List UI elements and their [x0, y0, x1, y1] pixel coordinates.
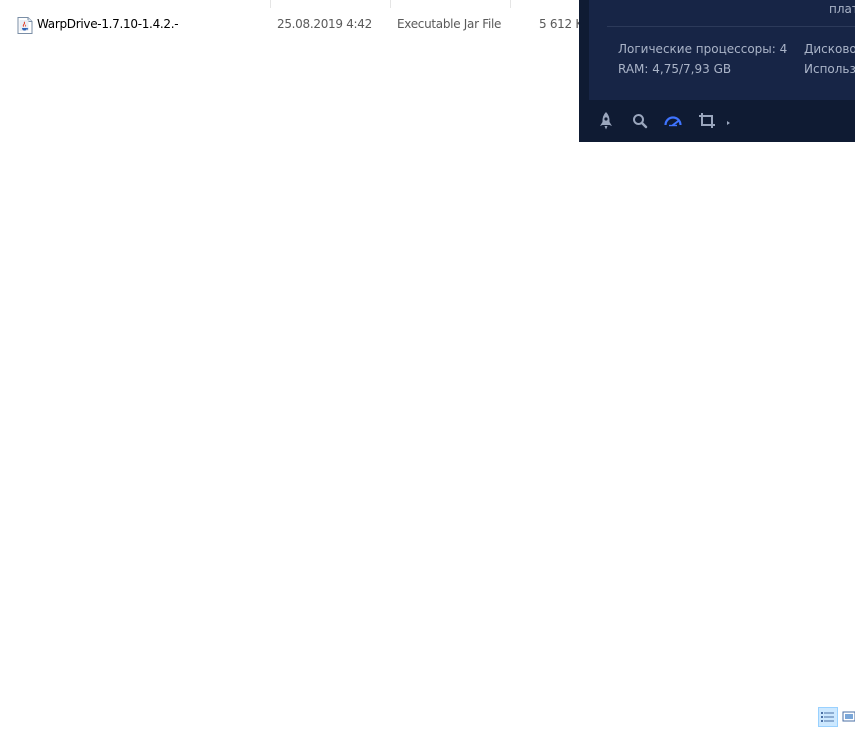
- more-arrow-icon[interactable]: [724, 110, 746, 132]
- motherboard-label: плата: [829, 2, 855, 16]
- disk-used-label: Использова: [804, 62, 855, 76]
- speedometer-icon[interactable]: [662, 110, 684, 132]
- system-info-card: плата Логические процессоры: 4 RAM: 4,75…: [589, 0, 855, 100]
- rocket-icon[interactable]: [595, 110, 617, 132]
- file-type: Executable Jar File: [397, 17, 502, 31]
- logical-processors-text: Логические процессоры: 4: [618, 42, 788, 56]
- details-view-icon[interactable]: [818, 707, 838, 727]
- file-name[interactable]: WarpDrive-1.7.10-1.4.2.-: [37, 17, 179, 31]
- disk-label: Дисковод:: [804, 42, 855, 56]
- file-date-modified: 25.08.2019 4:42: [277, 17, 372, 31]
- java-jar-file-icon: [17, 17, 33, 34]
- large-icons-view-icon[interactable]: [841, 707, 855, 727]
- panel-divider: [607, 26, 855, 27]
- column-separator[interactable]: [270, 0, 271, 8]
- system-info-panel: плата Логические процессоры: 4 RAM: 4,75…: [579, 0, 855, 142]
- search-icon[interactable]: [629, 110, 651, 132]
- column-separator[interactable]: [510, 0, 511, 8]
- column-separator[interactable]: [390, 0, 391, 8]
- file-row[interactable]: WarpDrive-1.7.10-1.4.2.- 25.08.2019 4:42…: [14, 15, 591, 35]
- ram-usage-text: RAM: 4,75/7,93 GB: [618, 62, 732, 76]
- crop-icon[interactable]: [696, 110, 718, 132]
